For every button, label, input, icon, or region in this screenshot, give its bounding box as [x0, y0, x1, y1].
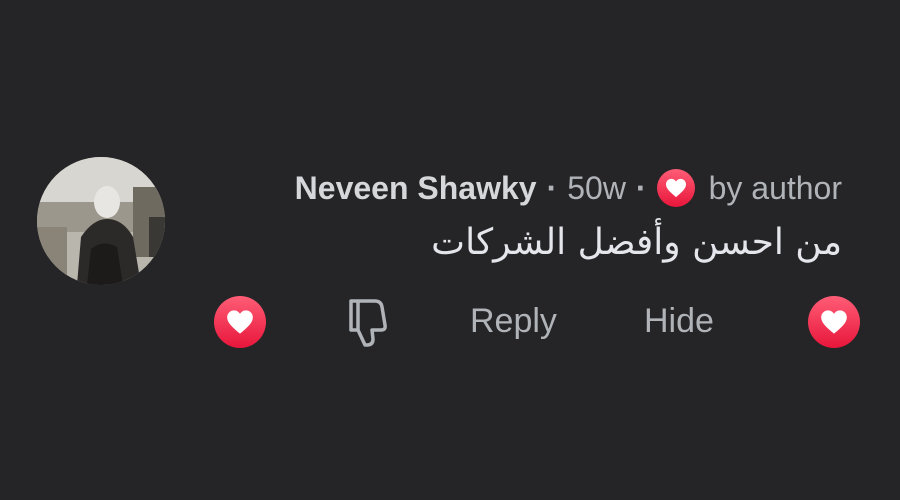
meta-separator: · — [546, 169, 558, 206]
heart-icon — [821, 310, 847, 334]
reply-button[interactable]: Reply — [470, 302, 557, 341]
comment-timestamp[interactable]: 50w — [567, 170, 626, 207]
comment-meta: Neveen Shawky · 50w · by author — [295, 167, 842, 209]
dislike-button[interactable] — [342, 296, 394, 348]
liked-by-author-label: by author — [708, 169, 842, 206]
meta-separator: · — [635, 169, 647, 206]
comment-actions: Reply Hide — [0, 294, 900, 354]
reaction-count-heart[interactable] — [808, 296, 860, 348]
hide-button[interactable]: Hide — [644, 302, 714, 341]
comment: Neveen Shawky · 50w · by author من احسن … — [0, 0, 900, 500]
thumbs-down-icon — [349, 299, 387, 347]
comment-author[interactable]: Neveen Shawky — [295, 170, 537, 207]
comment-text: من احسن وأفضل الشركات — [431, 222, 842, 263]
love-reaction-button[interactable] — [214, 296, 266, 348]
heart-icon — [656, 169, 695, 207]
heart-icon — [227, 310, 253, 334]
avatar[interactable] — [37, 157, 165, 285]
